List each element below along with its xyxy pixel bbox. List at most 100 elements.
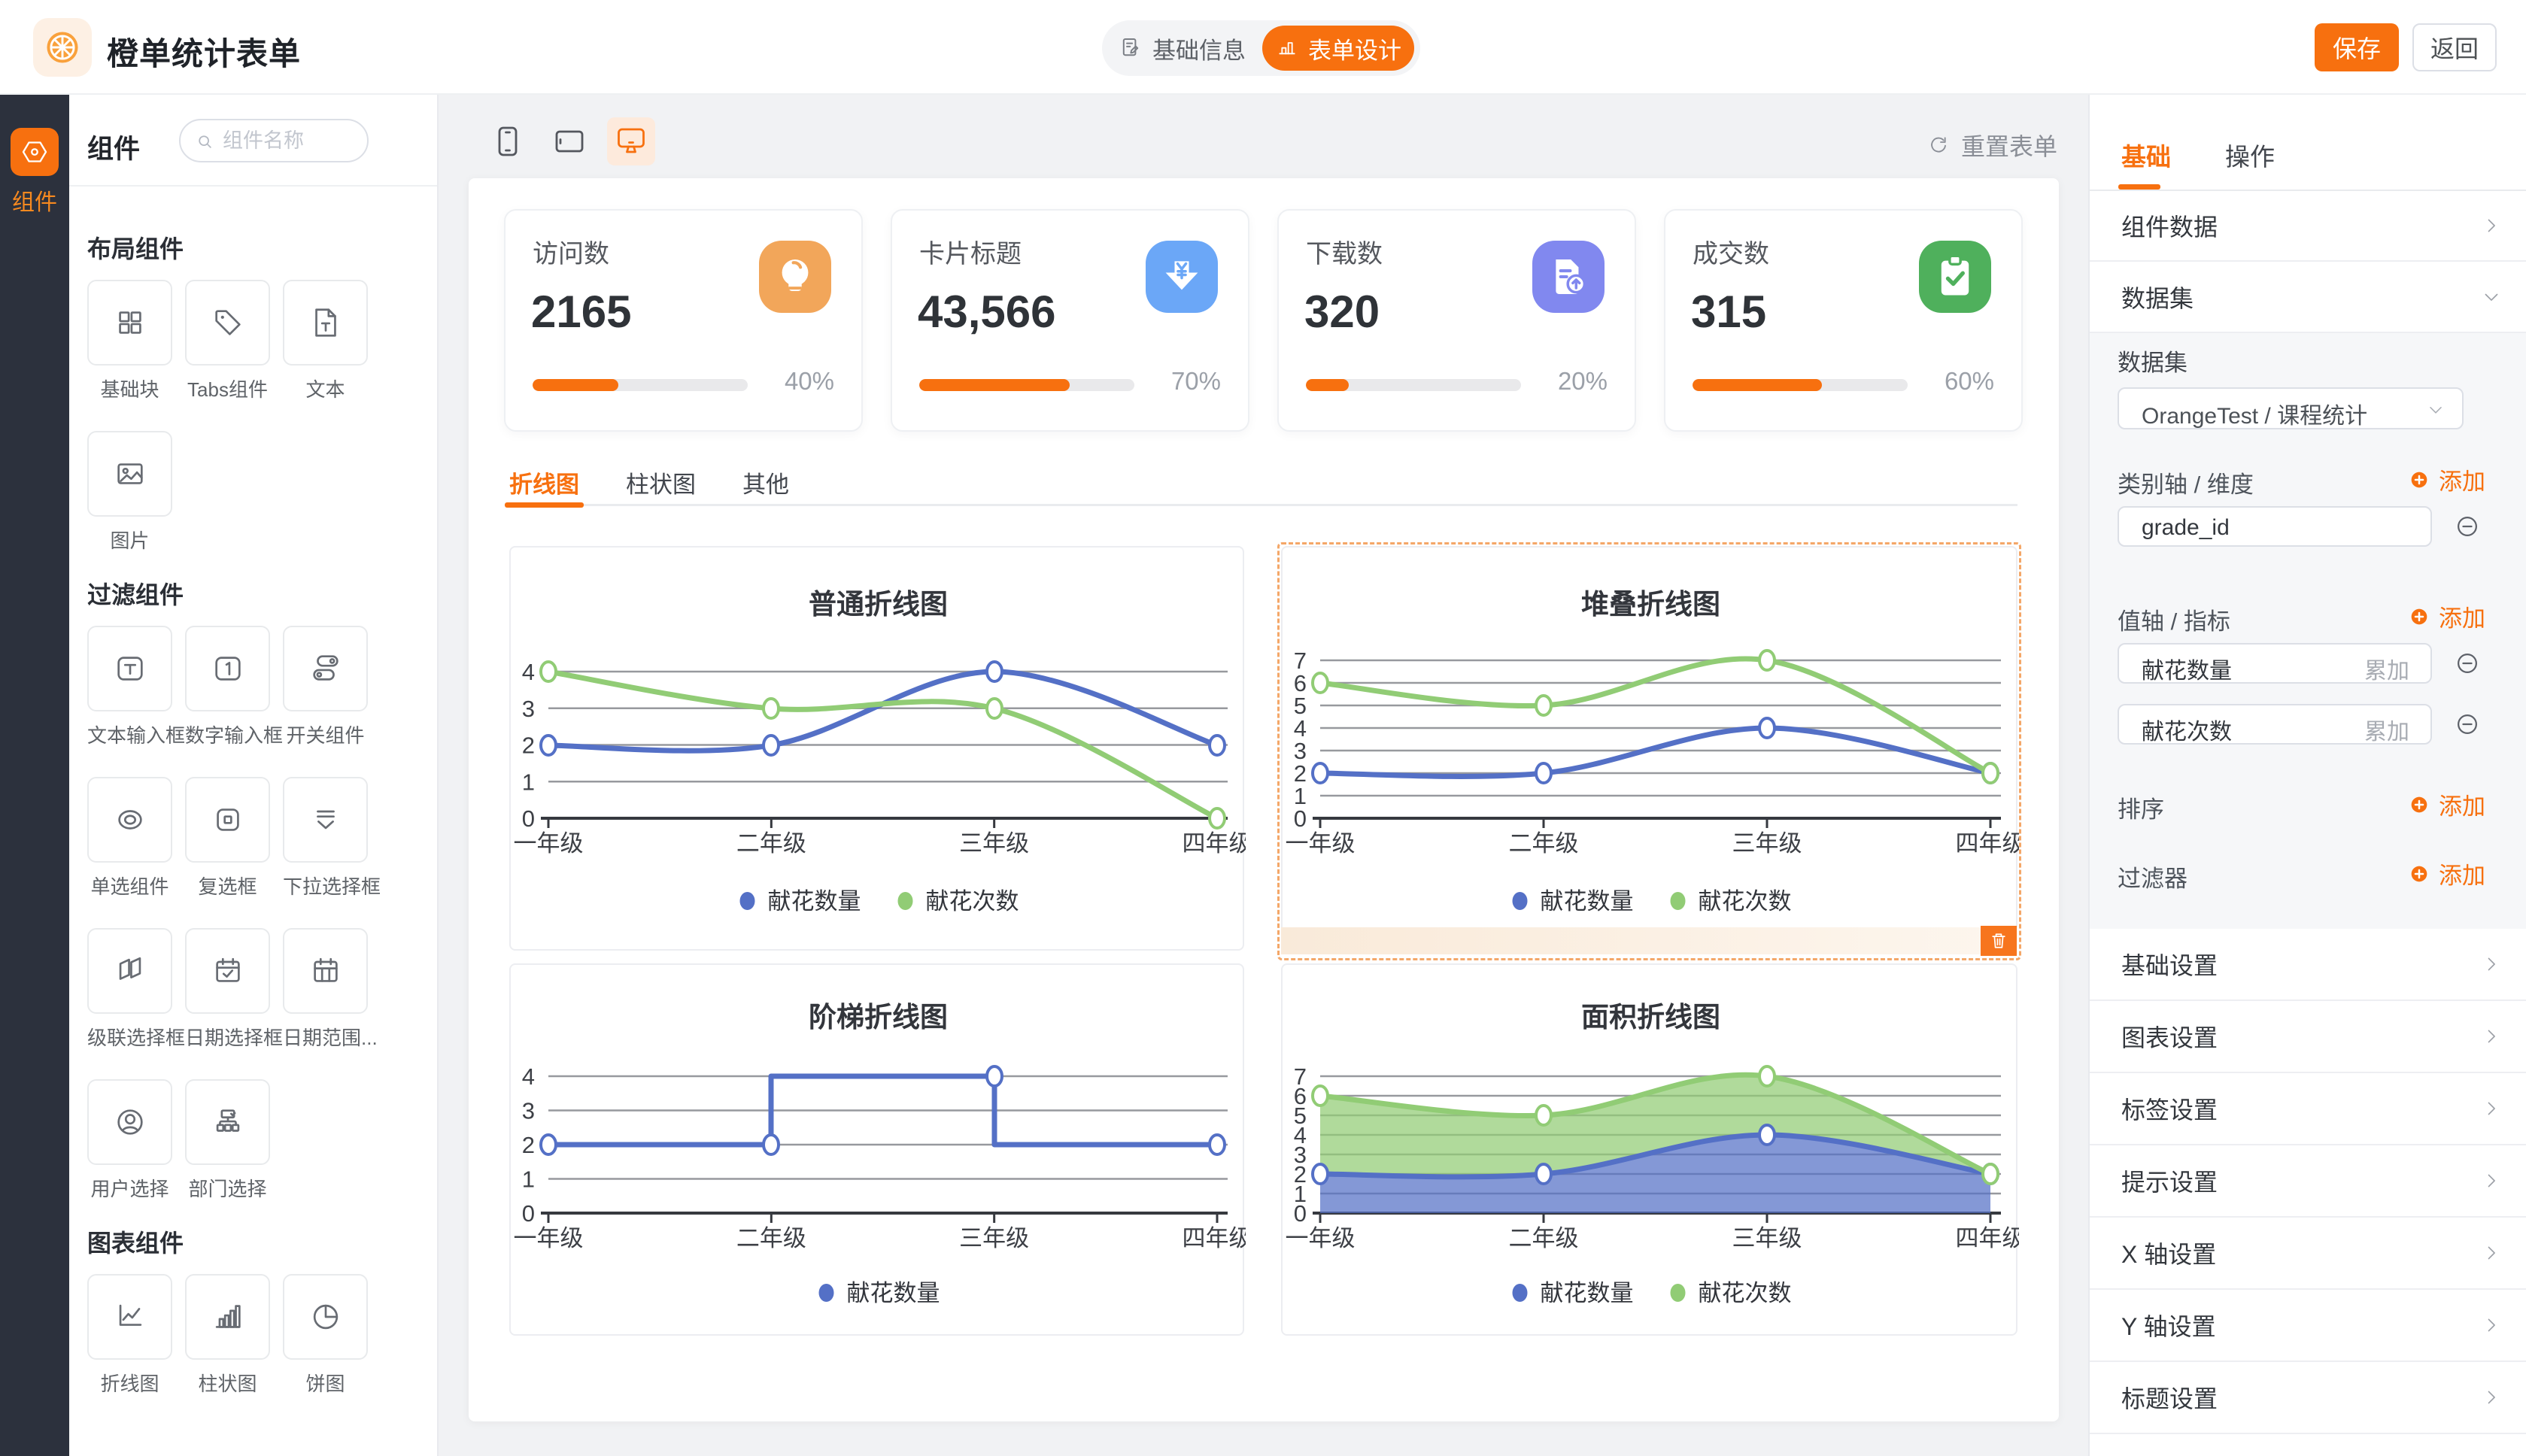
app-header: 橙单统计表单 基础信息 表单设计 保存 返回 [0, 0, 2526, 95]
inspector-tab-action[interactable]: 操作 [2225, 137, 2275, 173]
remove-dimension-button[interactable] [2453, 512, 2482, 541]
component-item-date[interactable]: 日期选择框 [185, 928, 270, 1051]
stat-card-0[interactable]: 访问数 2165 40% [504, 209, 863, 432]
tab-basic-info[interactable]: 基础信息 [1102, 32, 1261, 65]
component-label: 文本输入框 [87, 720, 172, 748]
chart-tab-0[interactable]: 折线图 [509, 457, 579, 504]
setting-row-1[interactable]: 图表设置 [2090, 1001, 2526, 1073]
row-dataset[interactable]: 数据集 [2090, 262, 2526, 333]
refresh-icon [1926, 133, 1951, 157]
component-item-pie[interactable]: 饼图 [283, 1274, 368, 1397]
component-item-user[interactable]: 用户选择 [87, 1079, 172, 1202]
setting-row-label: Y 轴设置 [2121, 1308, 2216, 1342]
setting-row-0[interactable]: 基础设置 [2090, 929, 2526, 1001]
component-item-dept[interactable]: 部门选择 [185, 1079, 270, 1202]
svg-text:1: 1 [522, 1166, 535, 1193]
device-toggle-monitor[interactable] [607, 117, 655, 165]
chart-widget-0[interactable]: 01234一年级二年级三年级四年级献花数量献花次数普通折线图 [509, 546, 1244, 951]
setting-row-3[interactable]: 提示设置 [2090, 1145, 2526, 1218]
svg-text:四年级: 四年级 [1183, 1225, 1246, 1251]
image-icon [113, 457, 147, 491]
stat-card-2[interactable]: 下载数 320 20% [1277, 209, 1636, 432]
back-button[interactable]: 返回 [2412, 23, 2497, 71]
chevron-right-icon [2481, 954, 2502, 975]
metric-field-1[interactable]: 献花次数 累加 [2118, 704, 2432, 745]
add-metric-button[interactable]: 添加 [2407, 599, 2485, 633]
dimension-field-grade_id[interactable]: grade_id [2118, 506, 2432, 547]
component-label: Tabs组件 [185, 375, 270, 402]
svg-text:献花次数: 献花次数 [1699, 888, 1792, 915]
chart-widget-3[interactable]: 01234567一年级二年级三年级四年级献花数量献花次数面积折线图 [1281, 963, 2017, 1336]
form-icon [1118, 35, 1143, 61]
component-label: 复选框 [185, 872, 270, 899]
row-component-data-label: 组件数据 [2121, 208, 2218, 243]
component-item-radio[interactable]: 单选组件 [87, 777, 172, 899]
add-dimension-button[interactable]: 添加 [2407, 463, 2485, 496]
chart-widget-1[interactable]: 01234567一年级二年级三年级四年级献花数量献花次数堆叠折线图 [1281, 546, 2017, 951]
component-item-grid[interactable]: 基础块 [87, 280, 172, 402]
svg-text:一年级: 一年级 [514, 830, 584, 857]
component-search-input[interactable] [223, 123, 358, 158]
svg-text:2: 2 [522, 733, 535, 759]
component-item-line-chart[interactable]: 折线图 [87, 1274, 172, 1397]
sidebar-title: 组件 [87, 128, 140, 166]
device-toggle-phone[interactable] [484, 117, 532, 165]
setting-row-5[interactable]: Y 轴设置 [2090, 1290, 2526, 1362]
stat-card-1[interactable]: 卡片标题 43,566 70% [891, 209, 1249, 432]
chart-svg-2: 01234一年级二年级三年级四年级献花数量阶梯折线图 [511, 965, 1246, 1337]
component-item-switch[interactable]: 开关组件 [283, 626, 368, 748]
chevron-right-icon [2481, 1387, 2502, 1408]
add-sort-button[interactable]: 添加 [2407, 787, 2485, 821]
svg-text:2: 2 [522, 1132, 535, 1158]
delete-widget-button[interactable] [1981, 926, 2017, 956]
rail-components-button[interactable] [11, 128, 59, 176]
svg-text:7: 7 [1294, 1063, 1307, 1090]
component-card-dept [185, 1079, 270, 1165]
component-item-image[interactable]: 图片 [87, 431, 172, 554]
chart-widget-2[interactable]: 01234一年级二年级三年级四年级献花数量阶梯折线图 [509, 963, 1244, 1336]
chart-tab-2[interactable]: 其他 [742, 457, 789, 504]
svg-text:一年级: 一年级 [514, 1225, 584, 1251]
svg-text:三年级: 三年级 [959, 1225, 1029, 1251]
dimension-field-name: grade_id [2142, 515, 2230, 541]
stat-progress-track [919, 379, 1134, 391]
tab-form-design[interactable]: 表单设计 [1262, 26, 1414, 71]
metric-label: 值轴 / 指标 [2118, 602, 2230, 636]
component-item-tag[interactable]: Tabs组件 [185, 280, 270, 402]
setting-row-6[interactable]: 标题设置 [2090, 1362, 2526, 1434]
chevron-right-icon [2481, 1315, 2502, 1336]
component-item-bar-chart[interactable]: 柱状图 [185, 1274, 270, 1397]
add-filter-button[interactable]: 添加 [2407, 857, 2485, 890]
row-component-data[interactable]: 组件数据 [2090, 191, 2526, 262]
svg-text:阶梯折线图: 阶梯折线图 [809, 1002, 948, 1033]
component-item-doc-text[interactable]: 文本 [283, 280, 368, 402]
chevron-right-icon [2481, 1098, 2502, 1119]
input-text-icon [113, 651, 147, 686]
component-item-select[interactable]: 下拉选择框 [283, 777, 368, 899]
component-item-checkbox[interactable]: 复选框 [185, 777, 270, 899]
setting-row-4[interactable]: X 轴设置 [2090, 1218, 2526, 1290]
radio-icon [113, 802, 147, 837]
component-card-input-number [185, 626, 270, 711]
remove-metric-button[interactable] [2453, 710, 2482, 739]
metric-agg: 累加 [2364, 652, 2409, 685]
component-item-cascade[interactable]: 级联选择框 [87, 928, 172, 1051]
device-toggle-tablet[interactable] [545, 117, 594, 165]
svg-text:4: 4 [522, 1063, 535, 1090]
dataset-select[interactable]: OrangeTest / 课程统计 [2118, 387, 2464, 429]
minus-circle-icon [2453, 710, 2482, 739]
chart-tab-1[interactable]: 柱状图 [626, 457, 696, 504]
dept-icon [211, 1105, 245, 1139]
setting-row-2[interactable]: 标签设置 [2090, 1073, 2526, 1145]
reset-form-button[interactable]: 重置表单 [1926, 128, 2057, 162]
stat-card-3[interactable]: 成交数 315 60% [1664, 209, 2023, 432]
svg-text:一年级: 一年级 [1286, 830, 1356, 857]
save-button[interactable]: 保存 [2315, 23, 2399, 71]
inspector-tab-basic[interactable]: 基础 [2121, 137, 2171, 173]
metric-field-0[interactable]: 献花数量 累加 [2118, 643, 2432, 684]
component-item-input-text[interactable]: 文本输入框 [87, 626, 172, 748]
remove-metric-button[interactable] [2453, 649, 2482, 678]
section-grid-1: 文本输入框 数字输入框 开关组件 单选组件 复选框 下拉选择框 级联选择框 日期… [87, 626, 422, 1202]
component-item-daterange[interactable]: 日期范围... [283, 928, 368, 1051]
component-item-input-number[interactable]: 数字输入框 [185, 626, 270, 748]
